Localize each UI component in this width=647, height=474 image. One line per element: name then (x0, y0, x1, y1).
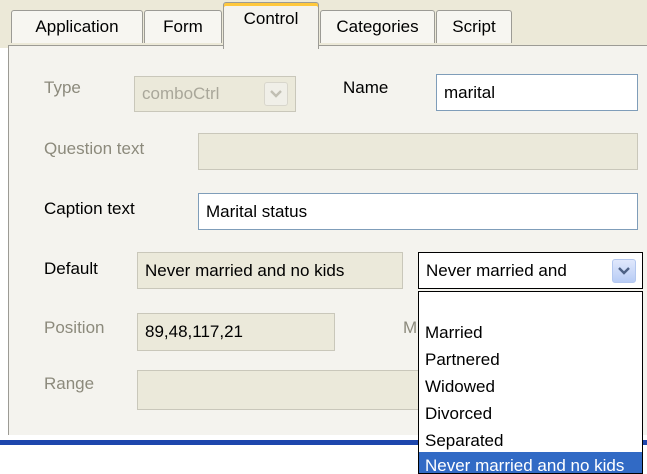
tab-categories[interactable]: Categories (320, 10, 435, 43)
name-label: Name (343, 78, 389, 97)
dropdown-item-label: Separated (425, 431, 504, 450)
dropdown-item-never-married[interactable]: Never married and no kids (419, 452, 642, 474)
range-field (137, 370, 437, 410)
obscured-label: M (403, 318, 418, 337)
chevron-down-icon (270, 90, 282, 98)
position-label: Position (44, 318, 105, 337)
tab-script[interactable]: Script (436, 10, 512, 43)
default-combo[interactable]: Never married and (418, 252, 643, 289)
dropdown-item-widowed[interactable]: Widowed (419, 373, 642, 400)
dropdown-item-label: Widowed (425, 377, 495, 396)
default-dropdown-list: Married Partnered Widowed Divorced Separ… (418, 291, 643, 474)
default-combo-value: Never married and (426, 260, 567, 280)
tab-label: Script (452, 17, 496, 36)
type-label: Type (44, 78, 81, 97)
question-text-label: Question text (44, 139, 145, 158)
caption-text-value: Marital status (206, 201, 308, 221)
tab-label: Control (243, 9, 299, 28)
dropdown-item-label: Never married and no kids (425, 456, 625, 474)
dropdown-item-label: Divorced (425, 404, 493, 423)
tab-application[interactable]: Application (11, 10, 143, 43)
tab-control[interactable]: Control (223, 2, 319, 49)
dropdown-item-label: Partnered (425, 350, 500, 369)
tab-label: Categories (336, 17, 419, 36)
dropdown-item-divorced[interactable]: Divorced (419, 400, 642, 427)
default-value-display: Never married and no kids (137, 252, 403, 289)
caption-text-field[interactable]: Marital status (198, 193, 638, 230)
tab-label: Application (35, 17, 119, 36)
dropdown-item-separated[interactable]: Separated (419, 427, 642, 454)
type-dropdown-button (264, 82, 288, 106)
caption-text-label: Caption text (44, 199, 135, 218)
tab-label: Form (163, 17, 203, 36)
name-field[interactable]: marital (436, 74, 638, 111)
position-value: 89,48,117,21 (145, 322, 243, 341)
default-value: Never married and no kids (145, 260, 345, 280)
name-value: marital (444, 82, 496, 102)
default-dropdown-button[interactable] (612, 259, 636, 283)
tab-form[interactable]: Form (144, 10, 222, 43)
position-field: 89,48,117,21 (137, 313, 335, 351)
type-value: comboCtrl (142, 84, 220, 103)
dropdown-item-blank[interactable] (419, 292, 642, 319)
question-text-field (198, 133, 638, 170)
tab-strip: Application Form Control Categories Scri… (0, 0, 647, 49)
dropdown-item-label: Married (425, 323, 483, 342)
dropdown-item-partnered[interactable]: Partnered (419, 346, 642, 373)
dropdown-item-married[interactable]: Married (419, 319, 642, 346)
range-label: Range (44, 374, 95, 393)
default-label: Default (44, 259, 98, 278)
chevron-down-icon (618, 267, 630, 275)
